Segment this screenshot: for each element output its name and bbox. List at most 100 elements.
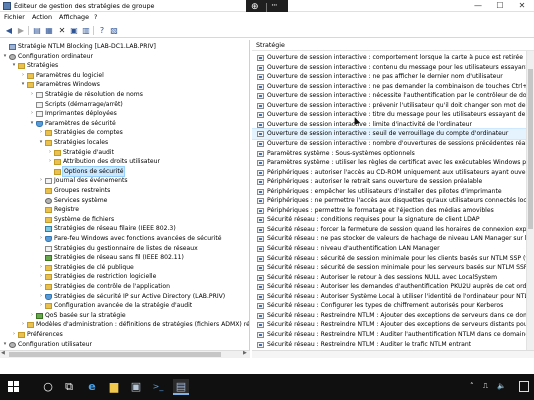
delete-icon[interactable]: ✕ (57, 26, 67, 35)
scrollbar-thumb[interactable] (528, 69, 533, 229)
expand-icon[interactable]: › (20, 320, 26, 330)
collapse-icon[interactable]: ▾ (2, 52, 8, 62)
policy-row[interactable]: Ouverture de session interactive : ne pa… (252, 82, 534, 92)
forward-icon[interactable]: ▶ (16, 26, 26, 35)
minimize-button[interactable]: — (467, 0, 489, 12)
policy-row[interactable]: Sécurité réseau : ne pas stocker de vale… (252, 234, 534, 244)
policy-row[interactable]: Sécurité réseau : sécurité de session mi… (252, 263, 534, 273)
close-button[interactable]: ✕ (511, 0, 533, 12)
details-vertical-scrollbar[interactable] (526, 51, 534, 350)
expand-icon[interactable]: › (47, 157, 53, 167)
policy-row[interactable]: Sécurité réseau : conditions requises po… (252, 215, 534, 225)
policy-setting-icon (257, 236, 264, 243)
policy-row[interactable]: Ouverture de session interactive : nombr… (252, 139, 534, 149)
tray-chevron-icon[interactable]: ˄ (470, 382, 474, 390)
tree-node-label: Préférences (27, 331, 63, 338)
expand-icon[interactable]: › (38, 263, 44, 273)
menu-fichier[interactable]: Fichier (4, 13, 25, 21)
edge-icon[interactable]: e (84, 379, 100, 395)
policy-row[interactable]: Ouverture de session interactive : néces… (252, 91, 534, 101)
back-icon[interactable]: ◀ (4, 26, 14, 35)
policy-row[interactable]: Sécurité réseau : Restreindre NTLM : Aud… (252, 330, 534, 340)
policy-row[interactable]: Sécurité réseau : niveau d'authentificat… (252, 244, 534, 254)
more-icon[interactable]: ··· (271, 1, 278, 12)
column-header-strategie[interactable]: Stratégie (252, 40, 534, 51)
expand-icon[interactable]: › (29, 311, 35, 321)
menu-affichage[interactable]: Affichage (59, 13, 89, 21)
group-policy-editor-icon[interactable]: ▤ (173, 379, 189, 395)
policy-row[interactable]: Ouverture de session interactive : conte… (252, 63, 534, 73)
tree-node-label: Stratégies de réseau filaire (IEEE 802.3… (54, 225, 176, 233)
expand-icon[interactable]: › (29, 90, 35, 100)
policy-row[interactable]: Sécurité réseau : Autoriser les demandes… (252, 282, 534, 292)
file-explorer-icon[interactable]: ▆ (106, 379, 122, 395)
extended-view-icon[interactable]: ▧ (109, 26, 119, 35)
up-folder-icon[interactable]: ▤ (32, 26, 42, 35)
scroll-right-icon[interactable]: ▶ (243, 350, 247, 356)
help-icon[interactable]: ? (97, 26, 107, 35)
expand-icon[interactable]: › (38, 128, 44, 138)
policy-row[interactable]: Sécurité réseau : Autoriser Système Loca… (252, 292, 534, 302)
expand-icon[interactable]: › (29, 109, 35, 119)
policy-row[interactable]: Sécurité réseau : Configurer les types d… (252, 301, 534, 311)
policy-row[interactable]: Ouverture de session interactive : seuil… (252, 128, 534, 140)
policy-row[interactable]: Paramètres système : utiliser les règles… (252, 158, 534, 168)
server-manager-icon[interactable]: ▣ (128, 379, 144, 395)
policy-row[interactable]: Périphériques : empêcher les utilisateur… (252, 187, 534, 197)
export-icon[interactable]: ▥ (81, 26, 91, 35)
policy-row[interactable]: Sécurité réseau : sécurité de session mi… (252, 254, 534, 264)
policy-row[interactable]: Sécurité réseau : forcer la fermeture de… (252, 225, 534, 235)
menu-action[interactable]: Action (32, 13, 52, 21)
notification-icon[interactable] (519, 381, 529, 392)
collapse-icon[interactable]: ▾ (11, 61, 17, 71)
policy-row[interactable]: Ouverture de session interactive : titre… (252, 110, 534, 120)
expand-icon[interactable]: › (38, 292, 44, 302)
show-hide-tree-icon[interactable]: ▦ (44, 26, 54, 35)
policy-row[interactable]: Ouverture de session interactive : compo… (252, 53, 534, 63)
volume-icon[interactable]: 🔈 (497, 382, 506, 390)
network-icon[interactable]: ⎍ (483, 382, 488, 391)
collapse-icon[interactable]: ▾ (2, 340, 8, 350)
policy-setting-icon (257, 131, 264, 138)
menu-help[interactable]: ? (94, 13, 97, 21)
tree-horizontal-scrollbar[interactable]: ◀ ▶ (0, 350, 250, 358)
scroll-left-icon[interactable]: ◀ (1, 350, 5, 356)
doc-icon (45, 245, 52, 252)
policy-row[interactable]: Sécurité réseau : Restreindre NTLM : Aud… (252, 340, 534, 350)
policy-row[interactable]: Paramètres système : Sous-systèmes optio… (252, 149, 534, 159)
policy-row[interactable]: Périphériques : autoriser le retrait san… (252, 177, 534, 187)
policy-row[interactable]: Périphériques : autoriser l'accès au CD-… (252, 168, 534, 178)
windows-start-icon[interactable] (8, 381, 20, 393)
collapse-icon[interactable]: ▾ (20, 80, 26, 90)
policy-row[interactable]: Ouverture de session interactive : ne pa… (252, 72, 534, 82)
properties-icon[interactable]: ▣ (69, 26, 79, 35)
expand-icon[interactable]: › (38, 176, 44, 186)
expand-icon[interactable]: › (38, 234, 44, 244)
console-tree[interactable]: Stratégie NTLM Blocking [LAB-DC1.LAB.PRI… (0, 40, 250, 350)
expand-icon[interactable]: › (20, 71, 26, 81)
policy-name: Sécurité réseau : sécurité de session mi… (267, 254, 534, 262)
policy-row[interactable]: Périphériques : permettre le formatage e… (252, 206, 534, 216)
powershell-icon[interactable]: >_ (150, 379, 166, 395)
expand-icon[interactable]: › (38, 301, 44, 311)
search-icon[interactable]: ○ (40, 379, 56, 395)
maximize-button[interactable]: ☐ (489, 0, 511, 12)
policy-name: Sécurité réseau : Restreindre NTLM : Aud… (267, 340, 472, 348)
folder-icon (54, 159, 61, 166)
policy-row[interactable]: Sécurité réseau : Restreindre NTLM : Ajo… (252, 320, 534, 330)
tree-node-label: Paramètres de sécurité (45, 119, 116, 127)
expand-icon[interactable]: › (11, 330, 17, 340)
collapse-icon[interactable]: ▾ (38, 138, 44, 148)
policy-row[interactable]: Ouverture de session interactive : préve… (252, 101, 534, 111)
policy-row[interactable]: Ouverture de session interactive : limit… (252, 120, 534, 130)
policy-row[interactable]: Périphériques : ne permettre l'accès aux… (252, 196, 534, 206)
expand-icon[interactable]: › (38, 272, 44, 282)
scrollbar-thumb[interactable] (9, 352, 221, 357)
doc-icon (36, 111, 43, 118)
task-view-icon[interactable]: ⧉ (61, 379, 77, 395)
policy-row[interactable]: Sécurité réseau : Autoriser le retour à … (252, 273, 534, 283)
expand-icon[interactable]: › (38, 282, 44, 292)
collapse-icon[interactable]: ▾ (29, 119, 35, 129)
expand-icon[interactable]: › (47, 148, 53, 158)
policy-row[interactable]: Sécurité réseau : Restreindre NTLM : Ajo… (252, 311, 534, 321)
